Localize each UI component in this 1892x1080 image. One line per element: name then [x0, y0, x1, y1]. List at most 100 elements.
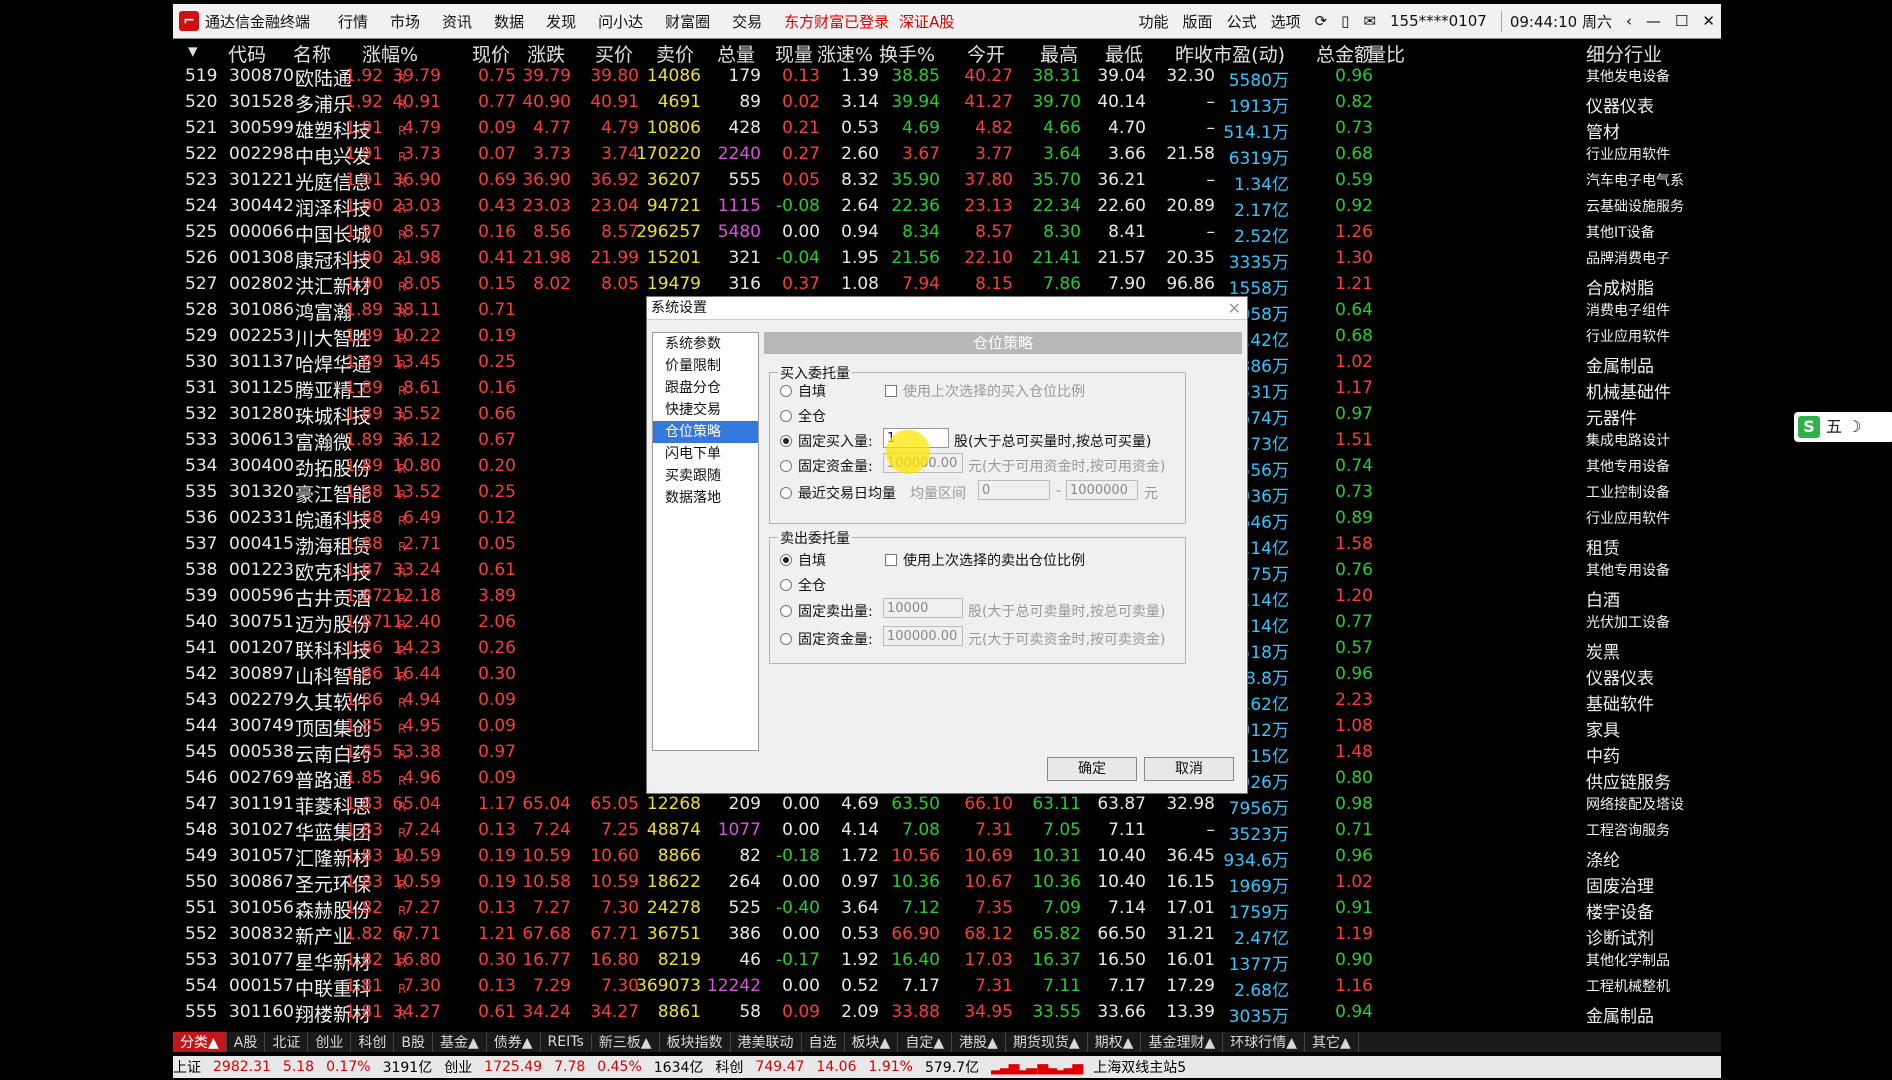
input-method-widget[interactable]: S五 ☽ [1794, 412, 1892, 442]
nav-item-position[interactable]: 仓位策略 [653, 421, 758, 443]
menu-formula[interactable]: 公式 [1227, 11, 1257, 32]
nav-item-quick-trade[interactable]: 快捷交易 [653, 399, 758, 421]
table-row[interactable]: 525 000066 中国长城 R 1.90 8.57 0.16 8.56 8.57 296257… [173, 220, 1721, 247]
nav-item-follow-trade[interactable]: 买卖跟随 [653, 465, 758, 487]
column-header[interactable]: 涨速% [817, 40, 873, 67]
nav-item-flash-order[interactable]: 闪电下单 [653, 443, 758, 465]
tab-6[interactable]: 基金▲ [433, 1032, 487, 1052]
tab-17[interactable]: 期权▲ [1088, 1032, 1142, 1052]
column-header[interactable]: 换手% [879, 40, 935, 67]
menu-market2[interactable]: 市场 [390, 11, 420, 32]
menu-discover[interactable]: 发现 [546, 11, 576, 32]
back-icon[interactable]: ‹ [1626, 12, 1632, 30]
menu-ask[interactable]: 问小达 [598, 11, 643, 32]
tab-8[interactable]: REITs [541, 1034, 592, 1050]
table-row[interactable]: 519 300870 欧陆通 R 1.92 39.79 0.75 39.79 39.80 1408… [173, 64, 1721, 91]
tab-10[interactable]: 板块指数 [660, 1032, 731, 1052]
nav-item-system[interactable]: 系统参数 [653, 333, 758, 355]
tab-4[interactable]: 科创 [351, 1032, 395, 1052]
buy-opt-manual[interactable]: 自填 [780, 381, 826, 401]
mail-icon[interactable]: ✉ [1363, 12, 1376, 30]
column-header[interactable]: 现量 [775, 40, 813, 67]
sell-cash-input[interactable]: 100000.00 [883, 626, 963, 646]
table-row[interactable]: 527 002802 洪汇新材 R 1.90 8.05 0.15 8.02 8.05 19479 3… [173, 272, 1721, 299]
menu-wealth[interactable]: 财富圈 [665, 11, 710, 32]
column-header[interactable]: 总量 [717, 40, 755, 67]
column-header[interactable]: 现价 [472, 40, 510, 67]
tab-5[interactable]: B股 [394, 1032, 433, 1052]
tab-0[interactable]: 分类▲ [173, 1032, 227, 1052]
tab-2[interactable]: 北证 [265, 1032, 309, 1052]
sell-opt-fixed-qty[interactable]: 固定卖出量: [780, 601, 873, 621]
buy-opt-full[interactable]: 全仓 [780, 406, 826, 426]
phone-icon[interactable]: ▯ [1341, 12, 1349, 30]
ok-button[interactable]: 确定 [1047, 757, 1137, 781]
buy-opt-avg[interactable]: 最近交易日均量 [780, 483, 896, 503]
table-row[interactable]: 555 301160 翔楼新材 R 1.81 34.27 0.61 34.24 34.27 886… [173, 1000, 1721, 1027]
tab-15[interactable]: 港股▲ [952, 1032, 1006, 1052]
server-label[interactable]: 上海双线主站5 [1093, 1057, 1186, 1077]
sell-opt-manual[interactable]: 自填 [780, 550, 826, 570]
table-row[interactable]: 526 001308 康冠科技 R 1.90 21.98 0.41 21.98 21.99 152… [173, 246, 1721, 273]
menu-data[interactable]: 数据 [494, 11, 524, 32]
column-header[interactable]: 市盈(动) [1213, 40, 1285, 67]
tab-1[interactable]: A股 [227, 1032, 266, 1052]
menu-layout[interactable]: 版面 [1183, 11, 1213, 32]
minimize-icon[interactable]: — [1646, 12, 1661, 30]
column-header[interactable]: 代码 [228, 40, 266, 67]
column-header[interactable]: 最低 [1105, 40, 1143, 67]
column-header[interactable]: 名称 [293, 40, 331, 67]
tab-9[interactable]: 新三板▲ [592, 1032, 660, 1052]
tab-3[interactable]: 创业 [308, 1032, 352, 1052]
menu-options[interactable]: 选项 [1271, 11, 1301, 32]
column-header[interactable]: 买价 [595, 40, 633, 67]
sell-remember-checkbox[interactable]: 使用上次选择的卖出仓位比例 [885, 550, 1085, 570]
dialog-close-icon[interactable]: ✕ [1228, 299, 1241, 318]
tab-14[interactable]: 自定▲ [898, 1032, 953, 1052]
menu-market[interactable]: 行情 [338, 11, 368, 32]
table-row[interactable]: 521 300599 雄塑科技 R 1.91 4.79 0.09 4.77 4.79 10806 4… [173, 116, 1721, 143]
tab-20[interactable]: 其它▲ [1305, 1032, 1359, 1052]
account-label[interactable]: 155****0107 [1390, 12, 1487, 30]
column-header[interactable]: 总金额 [1316, 40, 1373, 67]
buy-remember-checkbox[interactable]: 使用上次选择的买入仓位比例 [885, 381, 1085, 401]
table-row[interactable]: 553 301077 星华新材 R 1.82 16.80 0.30 16.77 16.80 821… [173, 948, 1721, 975]
table-row[interactable]: 520 301528 多浦乐 R 1.92 40.91 0.77 40.90 40.91 4691… [173, 90, 1721, 117]
table-row[interactable]: 523 301221 光庭信息 R 1.91 36.90 0.69 36.90 36.92 362… [173, 168, 1721, 195]
column-header[interactable]: 涨跌 [527, 40, 565, 67]
table-row[interactable]: 551 301056 森赫股份 R 1.82 7.27 0.13 7.27 7.30 24278 5… [173, 896, 1721, 923]
table-row[interactable]: 548 301027 华蓝集团 R 1.83 7.24 0.13 7.24 7.25 48874 1… [173, 818, 1721, 845]
sell-qty-input[interactable]: 10000 [883, 598, 963, 618]
nav-item-price-limit[interactable]: 价量限制 [653, 355, 758, 377]
table-row[interactable]: 549 301057 汇隆新材 R 1.83 10.59 0.19 10.59 10.60 886… [173, 844, 1721, 871]
menu-trade[interactable]: 交易 [732, 11, 762, 32]
sell-opt-fixed-cash[interactable]: 固定资金量: [780, 629, 873, 649]
nav-item-follow[interactable]: 跟盘分仓 [653, 377, 758, 399]
column-header[interactable]: 昨收 [1175, 40, 1213, 67]
tab-16[interactable]: 期货现货▲ [1006, 1032, 1088, 1052]
menu-news[interactable]: 资讯 [442, 11, 472, 32]
tab-18[interactable]: 基金理财▲ [1141, 1032, 1224, 1052]
table-row[interactable]: 550 300867 圣元环保 R 1.83 10.59 0.19 10.58 10.59 186… [173, 870, 1721, 897]
maximize-icon[interactable]: ☐ [1675, 12, 1688, 30]
table-row[interactable]: 524 300442 润泽科技 R 1.90 23.03 0.43 23.03 23.04 947… [173, 194, 1721, 221]
table-row[interactable]: 522 002298 中电兴发 R 1.91 3.73 0.07 3.73 3.74 170220… [173, 142, 1721, 169]
tab-13[interactable]: 板块▲ [845, 1032, 899, 1052]
tab-12[interactable]: 自选 [802, 1032, 845, 1052]
column-header[interactable]: 最高 [1040, 40, 1078, 67]
sell-opt-full[interactable]: 全仓 [780, 575, 826, 595]
refresh-icon[interactable]: ⟳ [1315, 12, 1328, 30]
cancel-button[interactable]: 取消 [1144, 757, 1234, 781]
nav-item-data[interactable]: 数据落地 [653, 487, 758, 509]
market-label[interactable]: 深证A股 [899, 11, 954, 32]
column-header[interactable]: 涨幅% [362, 40, 418, 67]
tab-11[interactable]: 港美联动 [731, 1032, 802, 1052]
avg-to-input[interactable]: 1000000 [1066, 480, 1138, 500]
close-icon[interactable]: ✕ [1702, 12, 1715, 30]
tab-19[interactable]: 环球行情▲ [1223, 1032, 1306, 1052]
table-row[interactable]: 552 300832 新产业 R 1.82 67.71 1.21 67.68 67.71 3675… [173, 922, 1721, 949]
buy-opt-fixed-qty[interactable]: 固定买入量: [780, 431, 873, 451]
table-row[interactable]: 554 000157 中联重科 R 1.81 7.30 0.13 7.29 7.30 369073… [173, 974, 1721, 1001]
column-header[interactable]: 卖价 [656, 40, 694, 67]
column-header[interactable]: 今开 [967, 40, 1005, 67]
